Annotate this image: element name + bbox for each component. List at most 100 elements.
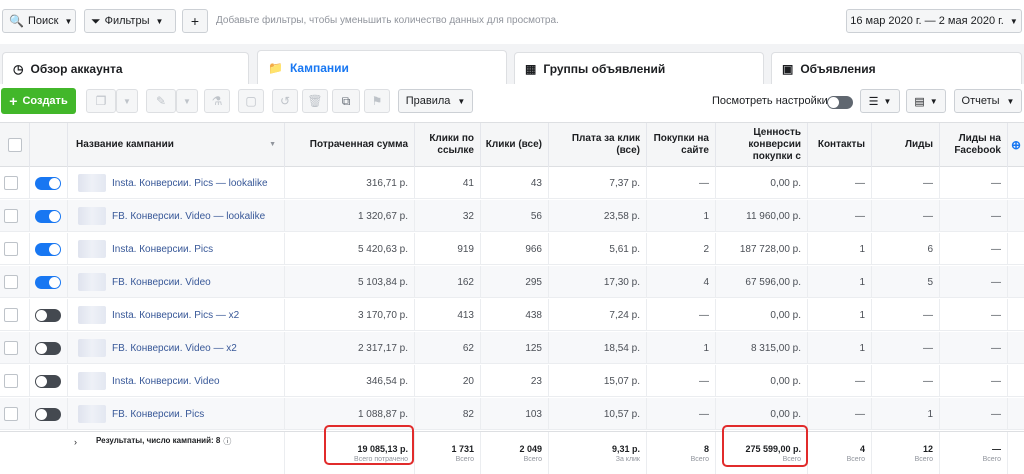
col-clicks[interactable]: Клики (все) bbox=[481, 123, 549, 167]
delete-button[interactable]: 🗑 bbox=[302, 89, 328, 113]
row-checkbox[interactable] bbox=[4, 275, 18, 289]
cell-leads: 6 bbox=[872, 233, 940, 265]
table-row[interactable]: FB. Конверсии. Video — x2 2 317,17 р. 62 12… bbox=[0, 332, 1024, 364]
ab-test-button[interactable]: ⚗ bbox=[204, 89, 230, 113]
breakdown-button[interactable]: ▤ ▼ bbox=[906, 89, 946, 113]
tab-ad-sets[interactable]: ▦ Группы объявлений bbox=[514, 52, 764, 84]
summary-row: › Результаты, число кампаний: 8 ⓘ 19 085… bbox=[0, 431, 1024, 474]
tab-ads[interactable]: ▣ Объявления bbox=[771, 52, 1022, 84]
cell-contacts: — bbox=[808, 200, 872, 232]
campaign-name-link[interactable]: FB. Конверсии. Video — lookalike bbox=[112, 211, 265, 222]
rules-button[interactable]: Правила ▼ bbox=[398, 89, 473, 113]
campaign-name-link[interactable]: Insta. Конверсии. Video bbox=[112, 376, 220, 387]
campaign-status-toggle[interactable] bbox=[35, 177, 61, 190]
filter-bar: 🔍 Поиск ▼ ⏷ Фильтры ▼ + Добавьте фильтры… bbox=[0, 0, 1024, 40]
select-all-cell bbox=[0, 123, 30, 167]
table-row[interactable]: FB. Конверсии. Video — lookalike 1 320,67… bbox=[0, 200, 1024, 232]
redacted-thumbnail bbox=[78, 339, 106, 357]
row-select-cell bbox=[0, 200, 30, 232]
row-checkbox[interactable] bbox=[4, 341, 18, 355]
campaign-name-link[interactable]: FB. Конверсии. Video bbox=[112, 277, 211, 288]
col-conversion-value[interactable]: Ценность конверсии покупки с bbox=[716, 123, 808, 167]
campaign-name-link[interactable]: Insta. Конверсии. Pics — x2 bbox=[112, 310, 239, 321]
row-checkbox[interactable] bbox=[4, 308, 18, 322]
select-all-checkbox[interactable] bbox=[7, 138, 22, 152]
add-column-icon[interactable]: ⊕ bbox=[1008, 123, 1024, 167]
edit-button[interactable]: ✎ bbox=[146, 89, 176, 113]
cell-clicks: 43 bbox=[481, 167, 549, 199]
cell-cpc: 10,57 р. bbox=[549, 398, 647, 430]
table-row[interactable]: Insta. Конверсии. Video 346,54 р. 20 23 15,0… bbox=[0, 365, 1024, 397]
table-row[interactable]: Insta. Конверсии. Pics — lookalike 316,71… bbox=[0, 167, 1024, 199]
cell-spent: 316,71 р. bbox=[285, 167, 415, 199]
campaign-name-link[interactable]: FB. Конверсии. Video — x2 bbox=[112, 343, 237, 354]
reports-button[interactable]: Отчеты ▼ bbox=[954, 89, 1022, 113]
col-campaign-name[interactable]: Название кампании ▼ bbox=[68, 123, 285, 167]
archive-icon: ▢ bbox=[245, 94, 257, 108]
row-checkbox[interactable] bbox=[4, 176, 18, 190]
archive-button[interactable]: ▢ bbox=[238, 89, 264, 113]
cell-value: 187 728,00 р. bbox=[716, 233, 808, 265]
table-row[interactable]: Insta. Конверсии. Pics — x2 3 170,70 р. 41… bbox=[0, 299, 1024, 331]
expand-chevron-icon[interactable]: › bbox=[74, 437, 77, 447]
tab-campaigns[interactable]: 📁 Кампании bbox=[257, 50, 507, 84]
row-toggle-cell bbox=[30, 167, 68, 199]
duplicate-menu-button[interactable]: ▼ bbox=[116, 89, 138, 113]
view-settings-toggle[interactable] bbox=[827, 96, 853, 109]
search-button[interactable]: 🔍 Поиск ▼ bbox=[2, 9, 76, 33]
col-leads[interactable]: Лиды bbox=[872, 123, 940, 167]
summary-cpc: 9,31 р. За клик bbox=[549, 432, 647, 474]
table-row[interactable]: FB. Конверсии. Video 5 103,84 р. 162 295 17,… bbox=[0, 266, 1024, 298]
campaign-status-toggle[interactable] bbox=[35, 342, 61, 355]
col-cpc[interactable]: Плата за клик (все) bbox=[549, 123, 647, 167]
duplicate-button[interactable]: ❐ bbox=[86, 89, 116, 113]
campaign-status-toggle[interactable] bbox=[35, 309, 61, 322]
table-row[interactable]: Insta. Конверсии. Pics 5 420,63 р. 919 966 5… bbox=[0, 233, 1024, 265]
col-link-clicks[interactable]: Клики по ссылке bbox=[415, 123, 481, 167]
table-header: Название кампании ▼ Потраченная сумма Кл… bbox=[0, 123, 1024, 167]
tag-button[interactable]: ⚑ bbox=[364, 89, 390, 113]
campaign-status-toggle[interactable] bbox=[35, 408, 61, 421]
cell-contacts: 1 bbox=[808, 233, 872, 265]
col-spent[interactable]: Потраченная сумма bbox=[285, 123, 415, 167]
cell-leads: — bbox=[872, 200, 940, 232]
row-toggle-cell bbox=[30, 332, 68, 364]
summary-contacts: 4 Всего bbox=[808, 432, 872, 474]
cell-leads: — bbox=[872, 332, 940, 364]
row-checkbox[interactable] bbox=[4, 374, 18, 388]
date-range-picker[interactable]: 16 мар 2020 г. — 2 мая 2020 г. ▼ bbox=[846, 9, 1022, 33]
table-row[interactable]: FB. Конверсии. Pics 1 088,87 р. 82 103 10,57… bbox=[0, 398, 1024, 430]
campaign-name-link[interactable]: FB. Конверсии. Pics bbox=[112, 409, 204, 420]
row-select-cell bbox=[0, 332, 30, 364]
create-button[interactable]: + Создать bbox=[1, 88, 76, 114]
campaign-name-link[interactable]: Insta. Конверсии. Pics — lookalike bbox=[112, 178, 268, 189]
cell-cpc: 15,07 р. bbox=[549, 365, 647, 397]
row-checkbox[interactable] bbox=[4, 242, 18, 256]
campaign-status-toggle[interactable] bbox=[35, 375, 61, 388]
campaign-status-toggle[interactable] bbox=[35, 276, 61, 289]
revert-button[interactable]: ↺ bbox=[272, 89, 298, 113]
filters-button[interactable]: ⏷ Фильтры ▼ bbox=[84, 9, 176, 33]
row-checkbox[interactable] bbox=[4, 209, 18, 223]
add-filter-button[interactable]: + bbox=[182, 9, 208, 33]
cell-cpc: 7,24 р. bbox=[549, 299, 647, 331]
col-purchases[interactable]: Покупки на сайте bbox=[647, 123, 716, 167]
columns-button[interactable]: ☰ ▼ bbox=[860, 89, 900, 113]
caret-down-icon: ▼ bbox=[1006, 96, 1015, 106]
cell-fb-leads: — bbox=[940, 365, 1008, 397]
row-select-cell bbox=[0, 266, 30, 298]
campaign-status-toggle[interactable] bbox=[35, 243, 61, 256]
cell-leads: 5 bbox=[872, 266, 940, 298]
col-fb-leads[interactable]: Лиды на Facebook bbox=[940, 123, 1008, 167]
caret-down-icon: ▼ bbox=[883, 96, 892, 106]
preview-button[interactable]: ⧉ bbox=[332, 89, 360, 113]
campaign-name-link[interactable]: Insta. Конверсии. Pics bbox=[112, 244, 213, 255]
edit-menu-button[interactable]: ▼ bbox=[176, 89, 198, 113]
col-contacts[interactable]: Контакты bbox=[808, 123, 872, 167]
redacted-thumbnail bbox=[78, 306, 106, 324]
row-checkbox[interactable] bbox=[4, 407, 18, 421]
caret-down-icon: ▼ bbox=[123, 96, 131, 106]
tab-account-overview[interactable]: ◷ Обзор аккаунта bbox=[2, 52, 249, 84]
cell-value: 0,00 р. bbox=[716, 167, 808, 199]
campaign-status-toggle[interactable] bbox=[35, 210, 61, 223]
